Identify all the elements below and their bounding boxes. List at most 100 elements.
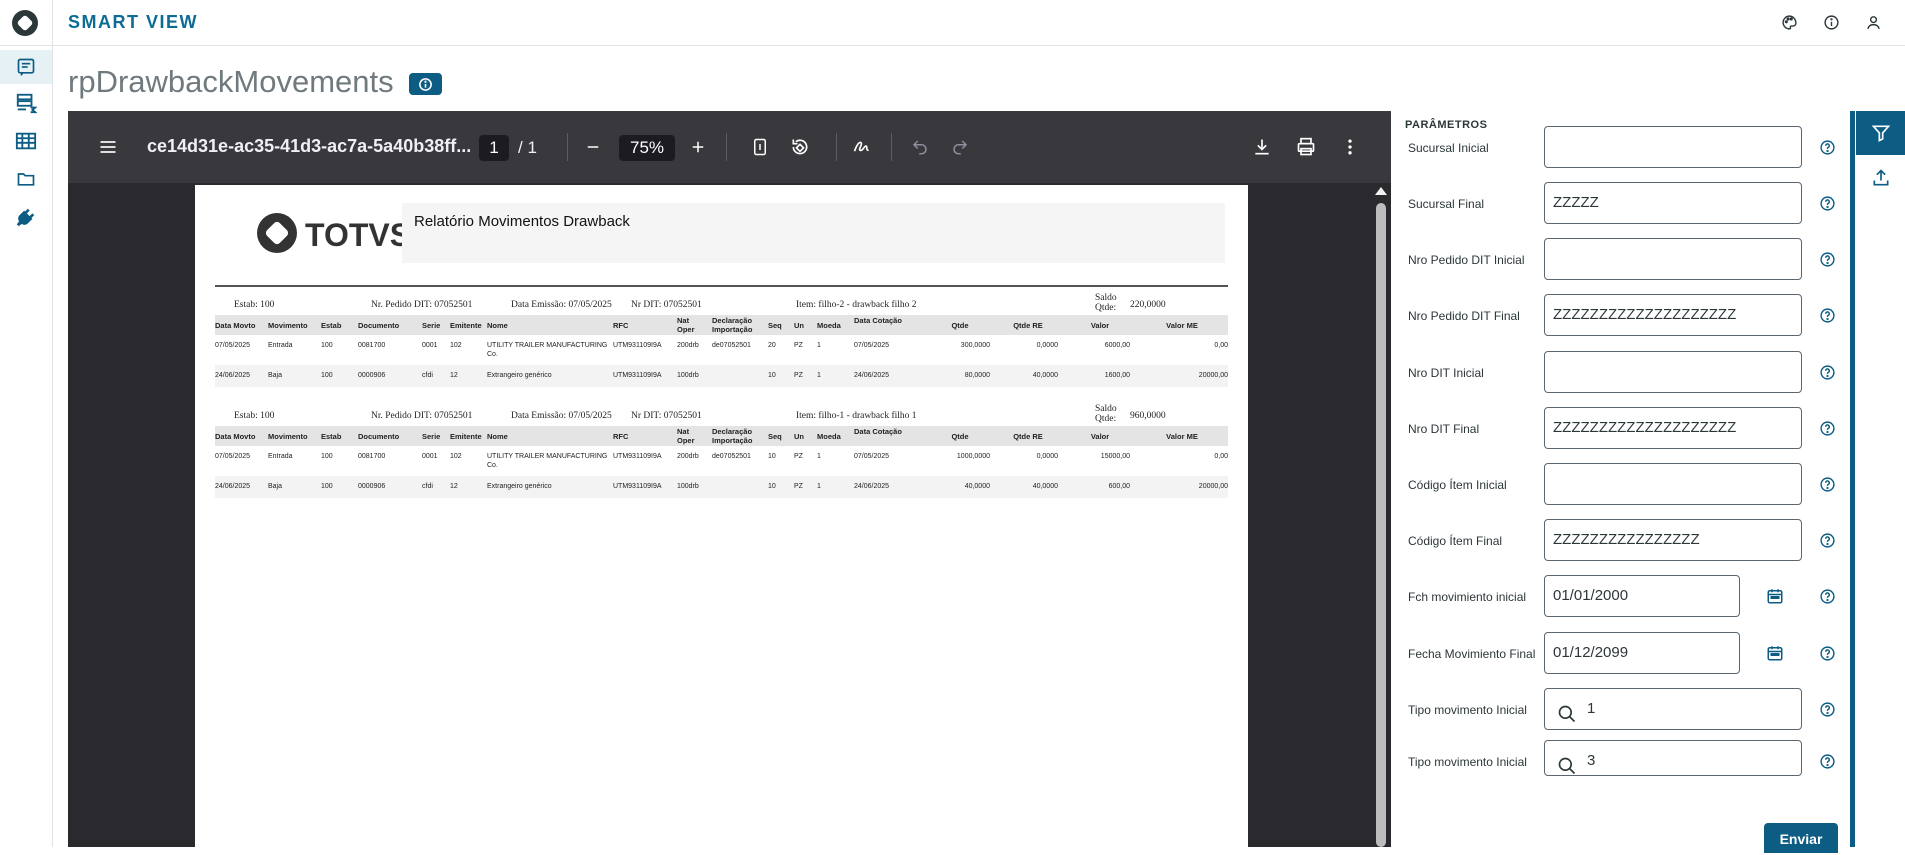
- totvs-logo-icon[interactable]: [12, 10, 38, 36]
- nav-table[interactable]: [0, 124, 52, 158]
- param-label: Código Ítem Final: [1408, 534, 1503, 548]
- cell: 07/05/2025: [854, 342, 890, 349]
- help-icon[interactable]: [1818, 644, 1836, 662]
- cell: 20000,00: [1198, 483, 1228, 490]
- search-icon[interactable]: [1557, 752, 1577, 792]
- help-icon[interactable]: [1818, 475, 1836, 493]
- palette-icon[interactable]: [1779, 12, 1799, 32]
- viewer-scrollbar[interactable]: [1375, 187, 1387, 847]
- cell: 0081700: [358, 453, 386, 460]
- help-icon[interactable]: [1818, 531, 1836, 549]
- table-row[interactable]: 24/06/2025 Baja 100 0000906 cfdi 12 Extrangeir…: [215, 365, 1228, 387]
- nav-folder[interactable]: [0, 162, 52, 196]
- cell: PZ: [794, 372, 803, 379]
- cell: PZ: [794, 483, 803, 490]
- cell: 100drb: [677, 483, 699, 490]
- text-field[interactable]: ZZZZZZZZZZZZZZZZZZZZ: [1544, 294, 1802, 336]
- scroll-up-icon[interactable]: [1375, 187, 1387, 195]
- fit-page-icon[interactable]: [748, 135, 772, 159]
- text-field[interactable]: ZZZZZZZZZZZZZZZZ: [1544, 519, 1802, 561]
- group-header: Estab: 100 Nr. Pedido DIT: 07052501 Data E…: [215, 404, 1228, 426]
- zoom-in-icon[interactable]: [686, 135, 710, 159]
- text-field[interactable]: [1544, 463, 1802, 505]
- text-field[interactable]: [1544, 126, 1802, 168]
- help-icon[interactable]: [1818, 700, 1836, 718]
- divider: [1850, 111, 1855, 847]
- draw-icon[interactable]: [850, 135, 874, 159]
- scroll-thumb[interactable]: [1376, 203, 1386, 847]
- parameters-panel: PARÂMETROS Sucursal Inicial Sucursal Fina…: [1391, 111, 1850, 853]
- cell: 24/06/2025: [854, 483, 890, 490]
- field-value: ZZZZZZZZZZZZZZZZZZZZ: [1553, 306, 1737, 323]
- cell: 0000906: [358, 483, 386, 490]
- sidebar-toggle-icon[interactable]: [96, 135, 120, 159]
- divider: [215, 285, 1228, 287]
- cell: 100: [321, 453, 333, 460]
- cell: 200drb: [677, 453, 699, 460]
- table-row[interactable]: 07/05/2025 Entrada 100 0081700 0001 102 UTILIT…: [215, 446, 1228, 469]
- help-icon[interactable]: [1818, 138, 1836, 156]
- more-options-icon[interactable]: [1338, 135, 1362, 159]
- calendar-icon[interactable]: [1764, 642, 1786, 664]
- pdf-page: TOTVS Relatório Movimentos Drawback Esta…: [195, 185, 1248, 847]
- app-title: SMART VIEW: [68, 12, 198, 32]
- column-header: Documento: [358, 321, 400, 330]
- date-field[interactable]: 01/12/2099: [1544, 632, 1740, 674]
- table-row[interactable]: 07/05/2025 Entrada 100 0081700 0001 102 UTILIT…: [215, 335, 1228, 358]
- field-value: 1: [1587, 700, 1596, 717]
- lookup-field[interactable]: 1: [1544, 688, 1802, 730]
- help-icon[interactable]: [1818, 194, 1836, 212]
- nav-data-view[interactable]: [0, 86, 52, 120]
- calendar-icon[interactable]: [1764, 585, 1786, 607]
- cell: 40,0000: [964, 483, 990, 490]
- zoom-out-icon[interactable]: [581, 135, 605, 159]
- divider: [52, 0, 53, 46]
- search-icon[interactable]: [1557, 700, 1577, 740]
- help-icon[interactable]: [1818, 306, 1836, 324]
- date-field[interactable]: 01/01/2000: [1544, 575, 1740, 617]
- cell: 100: [321, 342, 333, 349]
- cell: Baja: [268, 372, 283, 379]
- download-icon[interactable]: [1250, 135, 1274, 159]
- cell: UTM931109I9A: [613, 342, 662, 349]
- zoom-level[interactable]: 75%: [619, 135, 675, 161]
- text-field[interactable]: [1544, 238, 1802, 280]
- page-number-input[interactable]: 1: [479, 135, 509, 161]
- text-field[interactable]: ZZZZZZZZZZZZZZZZZZZZ: [1544, 407, 1802, 449]
- param-label: Nro Pedido DIT Final: [1408, 309, 1520, 323]
- help-icon[interactable]: [1818, 419, 1836, 437]
- text-field[interactable]: ZZZZZ: [1544, 182, 1802, 224]
- cell: 1: [817, 372, 821, 379]
- filter-button[interactable]: [1856, 111, 1905, 155]
- table-row[interactable]: 24/06/2025 Baja 100 0000906 cfdi 12 Extrangeir…: [215, 476, 1228, 498]
- column-header: Moeda: [817, 432, 841, 441]
- user-icon[interactable]: [1863, 12, 1883, 32]
- upload-button[interactable]: [1856, 163, 1905, 193]
- page-info-button[interactable]: [409, 73, 442, 95]
- nav-report[interactable]: [0, 50, 52, 84]
- field-value: 3: [1587, 752, 1596, 769]
- redo-icon[interactable]: [948, 135, 972, 159]
- info-icon[interactable]: [1821, 12, 1841, 32]
- help-icon[interactable]: [1818, 363, 1836, 381]
- column-header-row: Data Movto Movimento Estab Documento Serie Em…: [215, 426, 1228, 446]
- field-value: 01/12/2099: [1553, 644, 1629, 661]
- cell: Extrangeiro genérico: [487, 372, 552, 379]
- column-header: Declaração Importação: [712, 427, 753, 445]
- param-label: Código Ítem Inicial: [1408, 478, 1507, 492]
- column-header: Nome: [487, 321, 508, 330]
- help-icon[interactable]: [1818, 250, 1836, 268]
- lookup-field[interactable]: 3: [1544, 740, 1802, 776]
- undo-icon[interactable]: [908, 135, 932, 159]
- rotate-icon[interactable]: [788, 135, 812, 159]
- text-field[interactable]: [1544, 351, 1802, 393]
- help-icon[interactable]: [1818, 587, 1836, 605]
- help-icon[interactable]: [1818, 752, 1836, 770]
- cell: cfdi: [422, 372, 433, 379]
- print-icon[interactable]: [1294, 135, 1318, 159]
- cell: 20: [768, 342, 776, 349]
- send-button[interactable]: Enviar: [1764, 823, 1838, 853]
- toolbar-divider: [726, 133, 727, 161]
- page-title: rpDrawbackMovements: [68, 64, 394, 99]
- nav-plug[interactable]: [0, 200, 52, 234]
